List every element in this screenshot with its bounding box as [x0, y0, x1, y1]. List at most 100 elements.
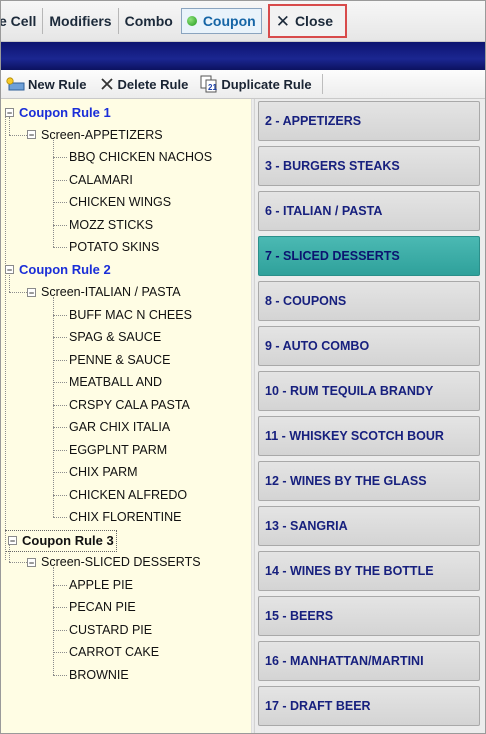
- collapse-toggle-icon[interactable]: −: [27, 287, 36, 297]
- menu-item-node-label: MEATBALL AND: [69, 375, 163, 389]
- menu-item-node-label: APPLE PIE: [69, 577, 133, 592]
- screen-button[interactable]: 16 - MANHATTAN/MARTINI: [258, 641, 480, 681]
- menu-item-node-label: BROWNIE: [69, 667, 129, 682]
- menu-item-node[interactable]: POTATO SKINS: [69, 237, 159, 257]
- menu-item-node[interactable]: PENNE & SAUCE: [69, 350, 170, 370]
- duplicate-rule-button[interactable]: 21 Duplicate Rule: [200, 75, 312, 93]
- new-rule-button[interactable]: New Rule: [5, 76, 87, 92]
- screen-button[interactable]: 9 - AUTO COMBO: [258, 326, 480, 366]
- menu-item-node[interactable]: CUSTARD PIE: [69, 620, 152, 640]
- menu-item-node[interactable]: CHICKEN WINGS: [69, 192, 171, 212]
- screen-button[interactable]: 8 - COUPONS: [258, 281, 480, 321]
- menu-item-node-label: BBQ CHICKEN NACHOS: [69, 150, 213, 164]
- coupon-rule-node[interactable]: − Coupon Rule 2: [5, 260, 111, 280]
- screen-button-label: 14 - WINES BY THE BOTTLE: [265, 564, 434, 578]
- screen-button[interactable]: 6 - ITALIAN / PASTA: [258, 191, 480, 231]
- tree-connector: [53, 247, 67, 248]
- tab-cell-label: e Cell: [0, 13, 37, 29]
- tab-combo[interactable]: Combo: [119, 8, 179, 34]
- tree-connector: [53, 494, 67, 496]
- tree-connector: [53, 314, 67, 316]
- menu-item-node[interactable]: CHICKEN ALFREDO: [69, 485, 187, 505]
- menu-item-node[interactable]: GAR CHIX ITALIA: [69, 417, 170, 437]
- coupon-rule-node[interactable]: − Coupon Rule 3: [5, 529, 117, 552]
- tree-connector: [9, 117, 10, 135]
- collapse-toggle-icon[interactable]: −: [27, 130, 36, 140]
- screen-button[interactable]: 11 - WHISKEY SCOTCH BOUR: [258, 416, 480, 456]
- menu-item-node[interactable]: BROWNIE: [69, 665, 129, 685]
- screen-button-label: 9 - AUTO COMBO: [265, 339, 370, 353]
- close-button[interactable]: ✕ Close: [267, 4, 348, 38]
- tree-connector: [53, 359, 67, 361]
- tree-connector: [53, 517, 67, 518]
- tree-connector: [53, 139, 54, 247]
- new-rule-label: New Rule: [28, 76, 87, 92]
- screen-node[interactable]: − Screen-APPETIZERS: [27, 125, 163, 145]
- screen-list: 2 - APPETIZERS 3 - BURGERS STEAKS 6 - ITAL…: [255, 99, 485, 733]
- tree-connector: [53, 337, 67, 338]
- tree-connector: [53, 404, 67, 406]
- menu-item-node-label: EGGPLNT PARM: [69, 442, 168, 457]
- tree-connector: [53, 652, 67, 653]
- collapse-toggle-icon[interactable]: −: [5, 265, 14, 275]
- coupon-rule-tree: − Coupon Rule 1− Screen-APPETIZERS BBQ CHIC…: [1, 99, 251, 733]
- coupon-rule-node[interactable]: − Coupon Rule 1: [5, 102, 111, 122]
- tree-connector: [9, 292, 27, 293]
- menu-item-node[interactable]: CHIX FLORENTINE: [69, 507, 182, 527]
- menu-item-node[interactable]: SPAG & SAUCE: [69, 327, 161, 347]
- menu-item-node[interactable]: CALAMARI: [69, 170, 133, 190]
- menu-item-node-label: POTATO SKINS: [69, 240, 160, 254]
- screen-button[interactable]: 15 - BEERS: [258, 596, 480, 636]
- screen-button-label: 10 - RUM TEQUILA BRANDY: [265, 384, 434, 398]
- tree-connector: [53, 382, 67, 383]
- tab-modifiers-label: Modifiers: [49, 13, 112, 29]
- screen-button[interactable]: 3 - BURGERS STEAKS: [258, 146, 480, 186]
- tree-connector: [5, 112, 6, 560]
- screen-button-label: 16 - MANHATTAN/MARTINI: [265, 654, 424, 668]
- menu-item-node-label: CUSTARD PIE: [69, 622, 153, 637]
- collapse-toggle-icon[interactable]: −: [27, 557, 36, 567]
- svg-text:21: 21: [208, 83, 217, 92]
- menu-item-node[interactable]: CARROT CAKE: [69, 642, 159, 662]
- screen-node[interactable]: − Screen-ITALIAN / PASTA: [27, 282, 181, 302]
- tab-coupon[interactable]: Coupon: [180, 8, 262, 34]
- screen-button[interactable]: 10 - RUM TEQUILA BRANDY: [258, 371, 480, 411]
- tree-connector: [9, 544, 10, 562]
- menu-item-node-label: CHICKEN ALFREDO: [69, 487, 188, 502]
- screen-button-label: 2 - APPETIZERS: [265, 114, 362, 128]
- tab-cell[interactable]: e Cell: [0, 8, 44, 34]
- delete-rule-button[interactable]: Delete Rule: [99, 76, 188, 92]
- screen-button[interactable]: 2 - APPETIZERS: [258, 101, 480, 141]
- menu-item-node[interactable]: CHIX PARM: [69, 462, 138, 482]
- menu-item-node[interactable]: PECAN PIE: [69, 597, 136, 617]
- menu-item-node-label: MOZZ STICKS: [69, 217, 154, 232]
- tab-modifiers[interactable]: Modifiers: [43, 8, 119, 34]
- toolbar-separator: [321, 74, 323, 94]
- screen-button-label: 13 - SANGRIA: [265, 519, 348, 533]
- tab-combo-label: Combo: [124, 13, 173, 29]
- screen-button-selected[interactable]: 7 - SLICED DESSERTS: [258, 236, 480, 276]
- menu-item-node[interactable]: MOZZ STICKS: [69, 215, 153, 235]
- coupon-rule-node-label: Coupon Rule 1: [19, 104, 111, 120]
- menu-item-node[interactable]: CRSPY CALA PASTA: [69, 395, 190, 415]
- screen-button-label: 7 - SLICED DESSERTS: [265, 249, 400, 263]
- screen-button[interactable]: 14 - WINES BY THE BOTTLE: [258, 551, 480, 591]
- screen-button[interactable]: 17 - DRAFT BEER: [258, 686, 480, 726]
- tree-connector: [53, 179, 67, 181]
- tree-connector: [53, 607, 67, 608]
- menu-item-node[interactable]: MEATBALL AND: [69, 372, 162, 392]
- screen-button-label: 6 - ITALIAN / PASTA: [265, 204, 383, 218]
- menu-item-node[interactable]: BBQ CHICKEN NACHOS: [69, 147, 212, 167]
- menu-item-node-label: GAR CHIX ITALIA: [69, 420, 171, 434]
- screen-button-label: 11 - WHISKEY SCOTCH BOUR: [265, 429, 444, 443]
- duplicate-rule-label: Duplicate Rule: [221, 76, 312, 92]
- menu-item-node-label: CRSPY CALA PASTA: [69, 397, 190, 412]
- tree-connector: [53, 567, 54, 675]
- screen-button[interactable]: 12 - WINES BY THE GLASS: [258, 461, 480, 501]
- screen-button[interactable]: 13 - SANGRIA: [258, 506, 480, 546]
- menu-item-node[interactable]: EGGPLNT PARM: [69, 440, 167, 460]
- tree-connector: [53, 629, 67, 631]
- collapse-toggle-icon[interactable]: −: [5, 107, 14, 117]
- menu-item-node[interactable]: BUFF MAC N CHEES: [69, 305, 192, 325]
- menu-item-node[interactable]: APPLE PIE: [69, 575, 133, 595]
